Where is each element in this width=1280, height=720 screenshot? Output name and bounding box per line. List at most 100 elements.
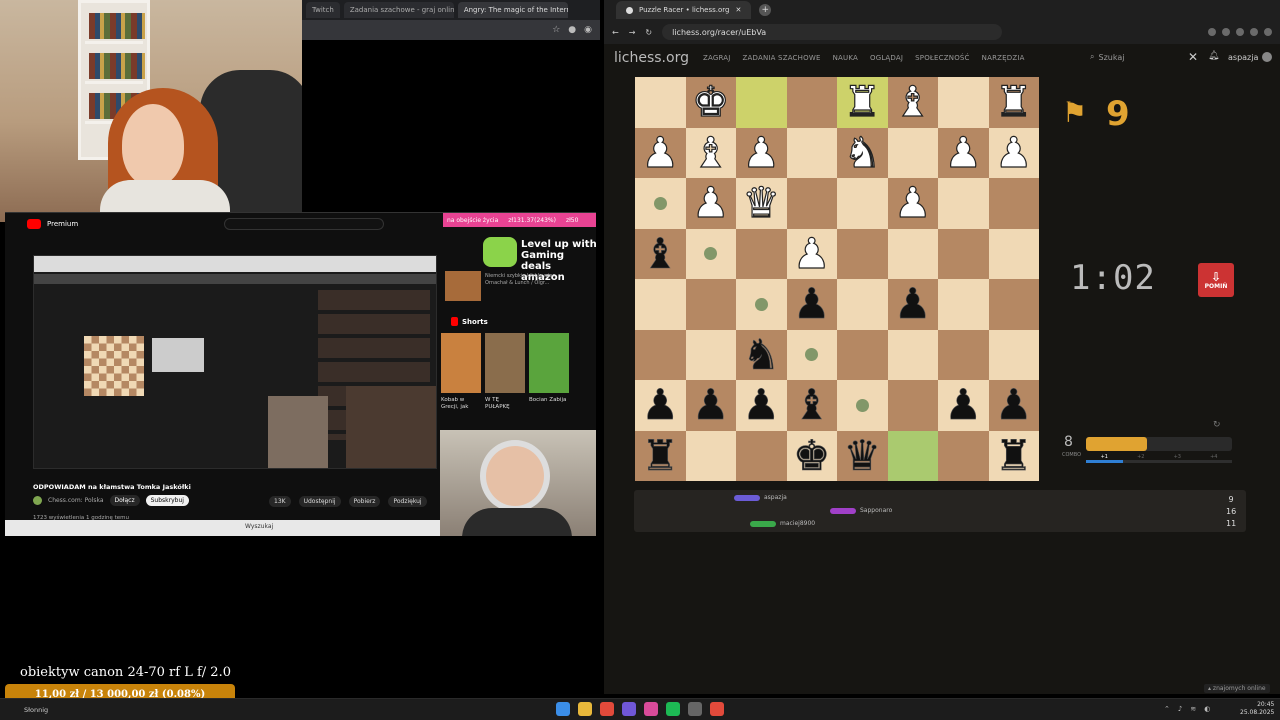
extension-icon-4[interactable] — [1250, 28, 1258, 36]
square-2-0[interactable] — [635, 178, 686, 229]
square-7-1[interactable] — [685, 430, 736, 481]
square-7-4[interactable]: ♛ — [837, 430, 888, 481]
square-4-0[interactable] — [635, 279, 686, 330]
square-4-4[interactable] — [837, 279, 888, 330]
refresh-icon[interactable]: ↻ — [1213, 420, 1221, 430]
square-7-7[interactable]: ♜ — [988, 430, 1039, 481]
white-rook-icon[interactable]: ♜ — [994, 80, 1033, 123]
black-bishop-icon[interactable]: ♝ — [641, 232, 679, 275]
tab-close-icon[interactable]: ✕ — [735, 6, 741, 14]
square-2-5[interactable]: ♟ — [887, 178, 938, 229]
move-hint-dot[interactable] — [704, 247, 718, 261]
square-6-2[interactable]: ♟ — [736, 380, 787, 431]
system-clock[interactable]: 20:45 25.08.2025 — [1240, 701, 1274, 717]
short-title-0[interactable]: Kobab w Grecji, jak — [441, 397, 481, 411]
nested-taskbar-search[interactable]: Wyszukaj — [245, 523, 273, 530]
square-4-3[interactable]: ♟ — [786, 279, 837, 330]
left-tab-2[interactable]: Angry: The magic of the Internet — [457, 2, 568, 18]
square-2-1[interactable]: ♟ — [685, 178, 736, 229]
square-1-7[interactable]: ♟ — [988, 127, 1039, 178]
black-bishop-icon[interactable]: ♝ — [793, 383, 831, 426]
black-queen-icon[interactable]: ♛ — [843, 434, 881, 477]
square-2-3[interactable] — [786, 178, 837, 229]
like-button[interactable]: 13K — [269, 496, 291, 507]
menu-community[interactable]: SPOŁECZNOŚĆ — [915, 54, 970, 62]
white-knight-icon[interactable]: ♞ — [843, 131, 882, 174]
square-6-7[interactable]: ♟ — [988, 380, 1039, 431]
weather-widget[interactable]: Słonnig — [24, 706, 48, 714]
extension-icon-2[interactable] — [1222, 28, 1230, 36]
square-5-7[interactable] — [988, 329, 1039, 380]
black-pawn-icon[interactable]: ♟ — [742, 383, 780, 426]
white-pawn-icon[interactable]: ♟ — [792, 232, 831, 275]
square-5-1[interactable] — [685, 329, 736, 380]
black-pawn-icon[interactable]: ♟ — [692, 383, 730, 426]
white-rook-icon[interactable]: ♜ — [843, 80, 882, 123]
square-6-4[interactable] — [837, 380, 888, 431]
square-3-7[interactable] — [988, 228, 1039, 279]
square-4-1[interactable] — [685, 279, 736, 330]
chevron-up-icon[interactable]: ⌃ — [1164, 705, 1170, 713]
friends-online[interactable]: ▴ znajomych online — [1204, 684, 1270, 693]
download-button[interactable]: Pobierz — [348, 496, 381, 507]
black-knight-icon[interactable]: ♞ — [742, 333, 780, 376]
subscribe-button[interactable]: Subskrybuj — [145, 495, 189, 506]
black-pawn-icon[interactable]: ♟ — [793, 282, 831, 325]
menu-learn[interactable]: NAUKA — [833, 54, 858, 62]
bookmark-star-icon[interactable]: ☆ — [552, 25, 560, 35]
square-4-2[interactable] — [736, 279, 787, 330]
white-pawn-icon[interactable]: ♟ — [691, 181, 730, 224]
app-icon[interactable] — [644, 702, 658, 716]
bell-icon[interactable]: 🔔︎ — [1208, 51, 1219, 61]
square-2-6[interactable] — [938, 178, 989, 229]
join-button[interactable]: Dołącz — [109, 495, 140, 506]
spotify-icon[interactable] — [666, 702, 680, 716]
square-7-0[interactable]: ♜ — [635, 430, 686, 481]
square-1-2[interactable]: ♟ — [736, 127, 787, 178]
search-input[interactable]: Szukaj — [1098, 53, 1124, 62]
menu-watch[interactable]: OGLĄDAJ — [870, 54, 903, 62]
youtube-search-input[interactable] — [224, 218, 385, 230]
close-icon[interactable]: ✕ — [1188, 50, 1198, 64]
square-1-4[interactable]: ♞ — [837, 127, 888, 178]
share-button[interactable]: Udostępnij — [298, 496, 341, 507]
left-tab-1[interactable]: Zadania szachowe - graj online — [343, 2, 454, 18]
square-1-3[interactable] — [786, 127, 837, 178]
black-rook-icon[interactable]: ♜ — [641, 434, 679, 477]
square-3-3[interactable]: ♟ — [786, 228, 837, 279]
obs-icon[interactable] — [622, 702, 636, 716]
square-7-3[interactable]: ♚ — [786, 430, 837, 481]
square-2-4[interactable] — [837, 178, 888, 229]
extension-icon-3[interactable] — [1236, 28, 1244, 36]
white-bishop-icon[interactable]: ♝ — [893, 80, 932, 123]
user-menu[interactable]: aspazja — [1228, 52, 1273, 62]
short-thumb-0[interactable] — [441, 333, 481, 393]
square-0-0[interactable] — [635, 77, 686, 128]
square-0-5[interactable]: ♝ — [887, 77, 938, 128]
square-6-3[interactable]: ♝ — [786, 380, 837, 431]
move-hint-dot[interactable] — [653, 196, 667, 210]
square-3-5[interactable] — [887, 228, 938, 279]
move-hint-dot[interactable] — [754, 297, 768, 311]
square-6-6[interactable]: ♟ — [938, 380, 989, 431]
square-1-6[interactable]: ♟ — [938, 127, 989, 178]
white-pawn-icon[interactable]: ♟ — [641, 131, 680, 174]
square-0-3[interactable] — [786, 77, 837, 128]
square-4-7[interactable] — [988, 279, 1039, 330]
move-hint-dot[interactable] — [805, 348, 819, 362]
ad-card[interactable]: Level up with Gaming deals amazon Niemck… — [443, 235, 597, 307]
short-thumb-2[interactable] — [529, 333, 569, 393]
square-7-2[interactable] — [736, 430, 787, 481]
avatar[interactable] — [1262, 52, 1273, 62]
move-hint-dot[interactable] — [855, 398, 869, 412]
square-2-7[interactable] — [988, 178, 1039, 229]
square-0-1[interactable]: ♚ — [685, 77, 736, 128]
black-pawn-icon[interactable]: ♟ — [894, 282, 932, 325]
square-6-1[interactable]: ♟ — [685, 380, 736, 431]
square-3-4[interactable] — [837, 228, 888, 279]
square-3-0[interactable]: ♝ — [635, 228, 686, 279]
square-3-2[interactable] — [736, 228, 787, 279]
extension-icon[interactable]: ● — [568, 25, 576, 35]
white-pawn-icon[interactable]: ♟ — [944, 131, 983, 174]
skip-button[interactable]: ⇩ POMIŃ — [1198, 263, 1234, 297]
